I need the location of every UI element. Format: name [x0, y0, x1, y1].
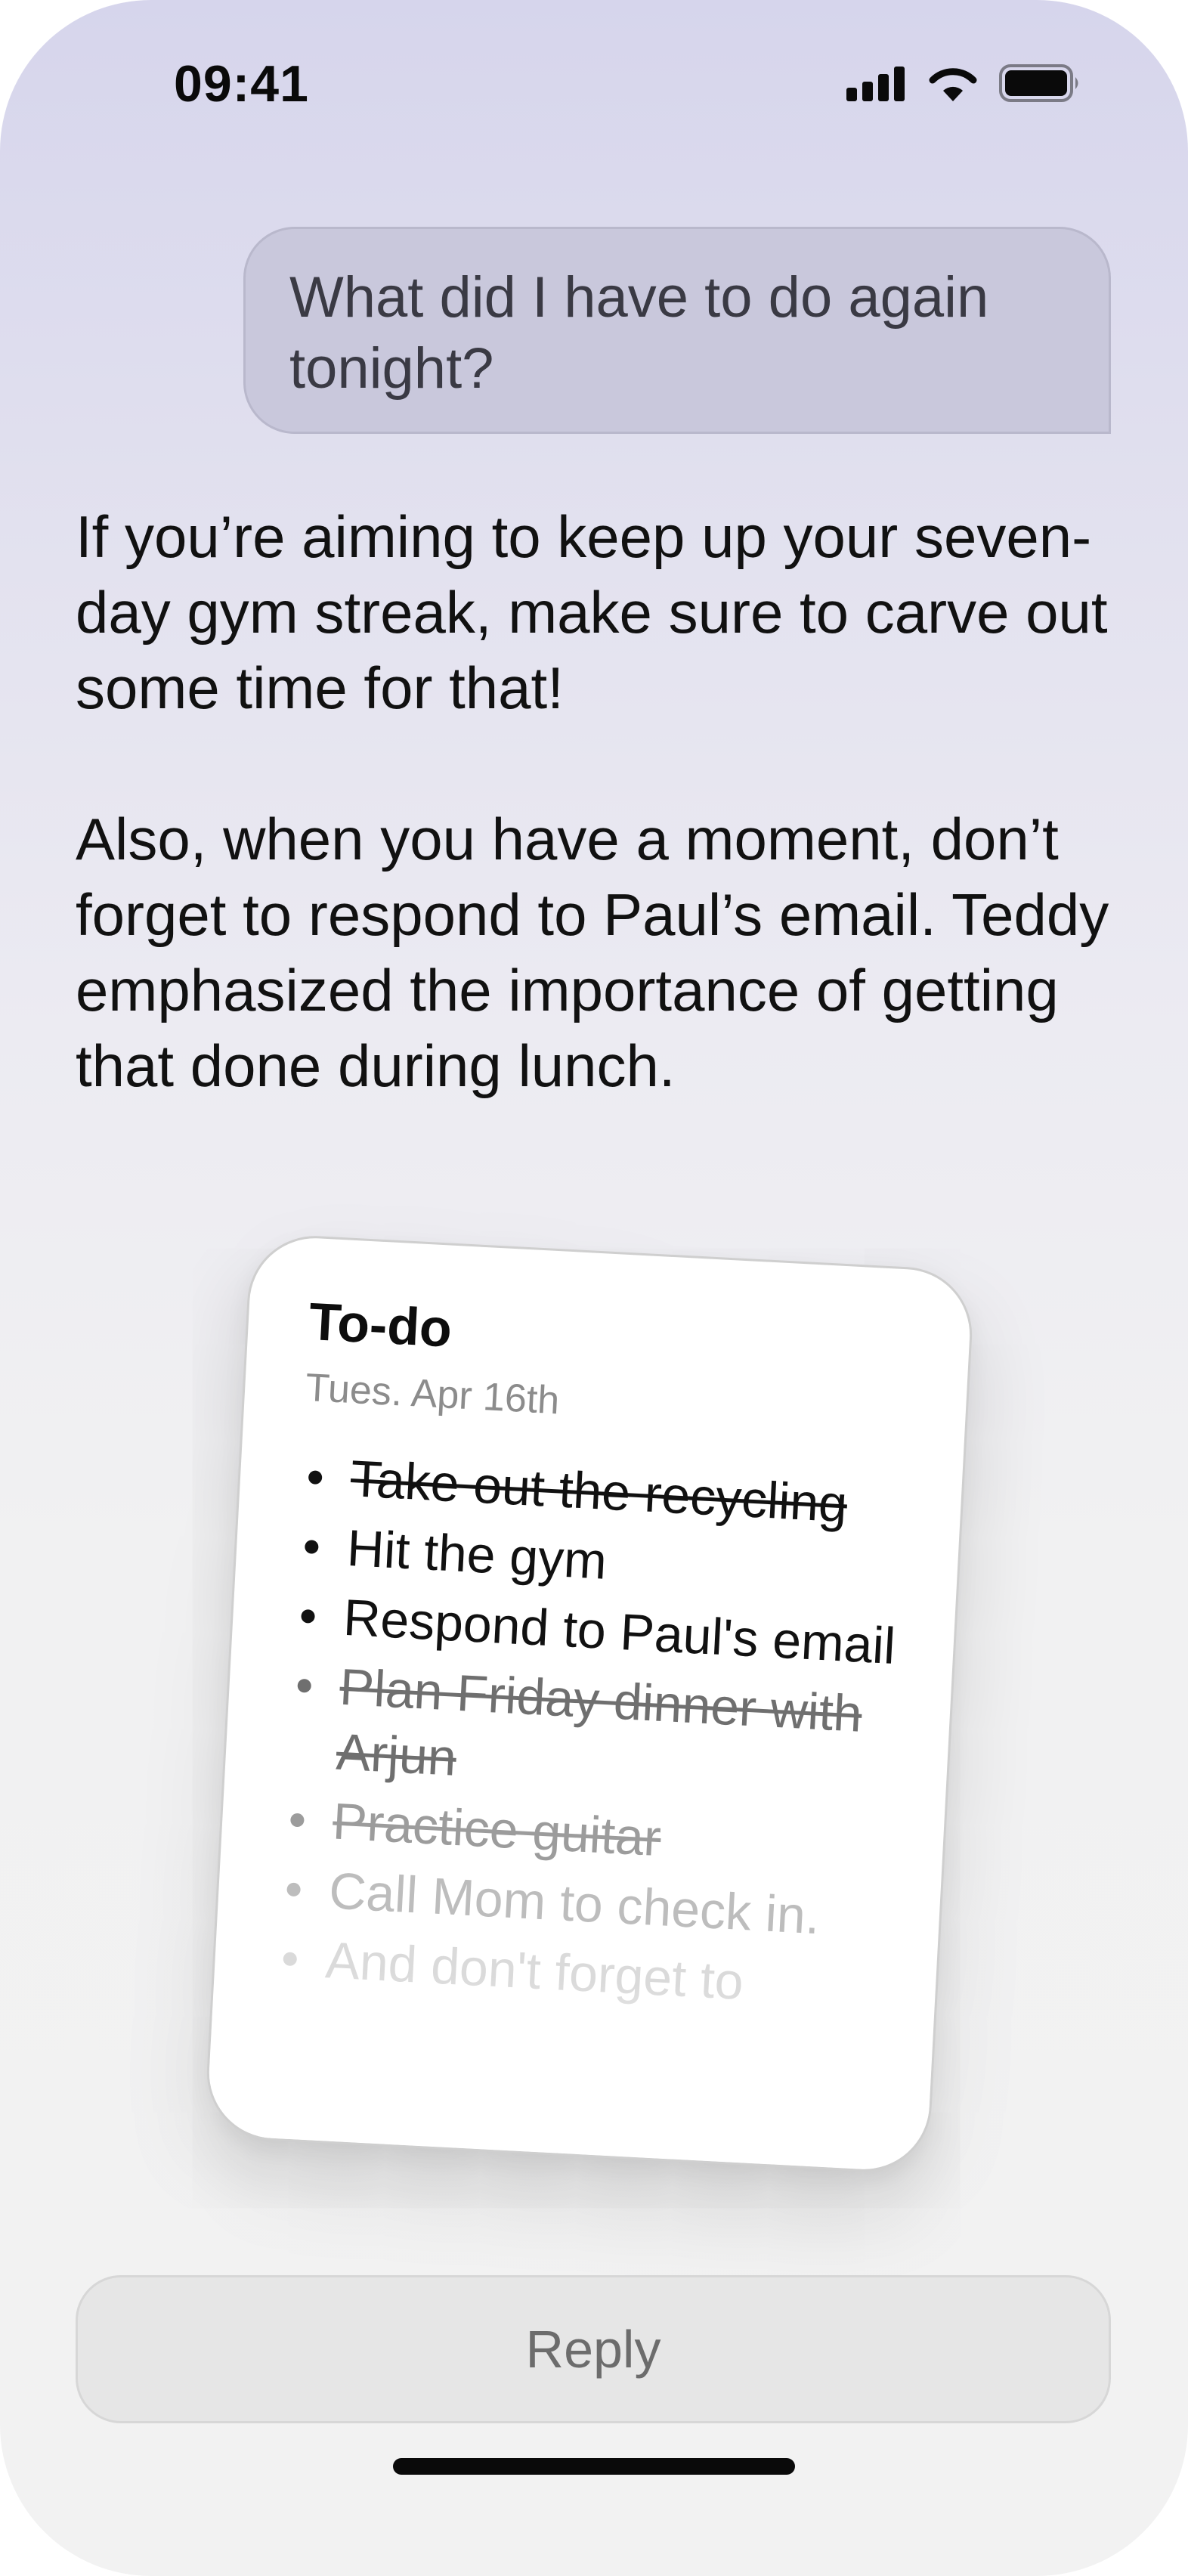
reply-label: Reply [525, 2320, 661, 2379]
todo-fade-overlay [206, 1961, 936, 2173]
reply-button[interactable]: Reply [76, 2275, 1111, 2423]
assistant-message: If you’re aiming to keep up your seven-d… [76, 499, 1118, 1104]
cellular-signal-icon [846, 65, 907, 105]
phone-screen: 09:41 What did I have to do again tonigh… [0, 0, 1188, 2576]
status-time: 09:41 [174, 55, 309, 113]
todo-item-label: Practice guitar [331, 1792, 663, 1868]
user-message-bubble: What did I have to do again tonight? [243, 227, 1111, 434]
todo-card[interactable]: To-do Tues. Apr 16th Take out the recycl… [203, 1232, 976, 2175]
assistant-paragraph: If you’re aiming to keep up your seven-d… [76, 503, 1108, 721]
todo-item-label: Hit the gym [345, 1519, 608, 1590]
status-icons [846, 63, 1082, 106]
assistant-paragraph: Also, when you have a moment, don’t forg… [76, 806, 1109, 1099]
todo-item-label: Plan Friday dinner with Arjun [335, 1658, 864, 1787]
todo-item[interactable]: Plan Friday dinner with Arjun [335, 1655, 906, 1814]
battery-icon [999, 63, 1082, 107]
wifi-icon [927, 63, 979, 107]
home-indicator[interactable] [393, 2458, 795, 2475]
user-message-text: What did I have to do again tonight? [289, 265, 989, 401]
todo-list: Take out the recycling Hit the gym Respo… [274, 1444, 917, 2023]
